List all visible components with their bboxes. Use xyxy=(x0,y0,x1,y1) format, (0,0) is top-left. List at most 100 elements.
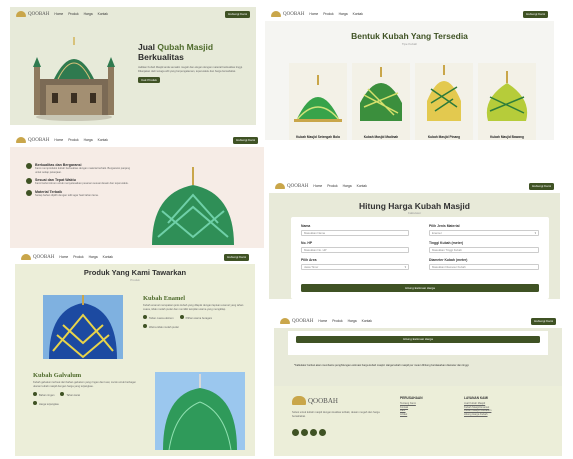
calc-bottom: Hitung Estimasi Harga xyxy=(288,331,548,355)
shapes-title: Bentuk Kubah Yang Tersedia xyxy=(351,31,468,41)
brand-logo[interactable]: QOOBAH xyxy=(16,11,49,17)
footer-col1-title: PERUSAHAAN xyxy=(400,396,423,400)
dome-setengah-bola-image xyxy=(294,75,342,122)
check-icon xyxy=(60,392,65,397)
nav-home-6[interactable]: Home xyxy=(318,319,327,323)
navbar-6: QOOBAH Home Produk Harga Kontak Hubungi … xyxy=(274,314,562,328)
hero-title-3: Berkualitas xyxy=(138,51,184,62)
nav-harga[interactable]: Harga xyxy=(84,12,93,16)
nav-kontak-3[interactable]: Kontak xyxy=(98,138,108,142)
enamel-tag-label: Tahan cuaca ekstrem xyxy=(149,317,174,321)
check-icon xyxy=(179,315,184,320)
contact-button-4[interactable]: Hubungi Kami xyxy=(529,182,554,190)
instagram-icon[interactable] xyxy=(292,429,299,437)
shape-label-2: Kubah Masjid Madinah xyxy=(363,135,399,139)
brand-name-2: QOOBAH xyxy=(283,11,305,17)
green-dome-image xyxy=(152,167,234,245)
nav-kontak-2[interactable]: Kontak xyxy=(353,12,363,16)
shapes-subtitle: Tipe Kubah xyxy=(401,42,418,46)
galvalum-tag-label: Harga terjangkau xyxy=(39,402,59,406)
nav-kontak[interactable]: Kontak xyxy=(98,12,108,16)
check-icon xyxy=(33,400,37,405)
nav-kontak-5[interactable]: Kontak xyxy=(103,255,113,259)
contact-button-5[interactable]: Hubungi Kami xyxy=(224,253,249,261)
footer-col-company: PERUSAHAAN Tentang Kami Kontak Karir Art… xyxy=(400,396,423,416)
nav-harga-4[interactable]: Harga xyxy=(343,184,352,188)
nav-harga-5[interactable]: Harga xyxy=(89,255,98,259)
dome-logo-icon-5 xyxy=(21,254,31,260)
shape-card-2[interactable]: Kubah Masjid Madinah xyxy=(352,63,410,140)
nav-produk-5[interactable]: Produk xyxy=(73,255,83,259)
hero-body: Jadikan Kubah Masjid anda semakin megah … xyxy=(138,66,243,73)
nav-produk-4[interactable]: Produk xyxy=(327,184,337,188)
calc-form: Nama Masukkan Nama No. HP Masukkan No. H… xyxy=(291,217,549,299)
shape-label-4: Kubah Masjid Bawang xyxy=(490,135,524,139)
dome-logo-icon-2 xyxy=(271,11,281,17)
feature-desc: Kami memproduksi kubah berkualitas denga… xyxy=(35,167,131,174)
contact-button-3[interactable]: Hubungi Kami xyxy=(233,136,258,144)
facebook-icon[interactable] xyxy=(319,429,326,437)
feature-list: Berkualitas dan Bergaransi Kami memproduk… xyxy=(26,163,136,201)
diameter-input[interactable]: Masukkan Diameter Kubah xyxy=(429,264,539,270)
nav-home[interactable]: Home xyxy=(54,12,63,16)
brand-logo-5[interactable]: QOOBAH xyxy=(21,254,54,260)
nav-home-5[interactable]: Home xyxy=(59,255,68,259)
brand-logo-6[interactable]: QOOBAH xyxy=(280,318,313,324)
nav-produk[interactable]: Produk xyxy=(68,12,78,16)
brand-logo-3[interactable]: QOOBAH xyxy=(16,137,49,143)
area-select[interactable]: Jawa Timur ▾ xyxy=(301,264,409,270)
nav-harga-6[interactable]: Harga xyxy=(348,319,357,323)
hero-title-2: Qubah Masjid xyxy=(157,42,214,52)
mail-icon[interactable] xyxy=(301,429,308,437)
dome-logo-icon-4 xyxy=(275,183,285,189)
footer-brand: QOOBAH xyxy=(308,396,338,405)
phone-input[interactable]: Masukkan No. HP xyxy=(301,247,409,253)
footer-link[interactable]: Hitung Harga Kubah xyxy=(464,413,491,417)
nav-produk-2[interactable]: Produk xyxy=(323,12,333,16)
name-label: Nama xyxy=(301,224,311,228)
enamel-title: Kubah Enamel xyxy=(143,295,186,302)
nav-home-3[interactable]: Home xyxy=(54,138,63,142)
site-footer: QOOBAH Solusi untuk kubah masjid dengan … xyxy=(274,386,562,456)
contact-button-2[interactable]: Hubungi Kami xyxy=(523,10,548,18)
enamel-dome-image xyxy=(43,295,123,359)
feature-item: Sesuai dan Tepat Waktu Kami berkomitmen u… xyxy=(26,178,136,186)
cek-produk-button[interactable]: Cek Produk xyxy=(138,77,160,84)
hero-text: Jual Qubah Masjid Berkualitas Jadikan Ku… xyxy=(138,42,248,84)
nav-harga-3[interactable]: Harga xyxy=(84,138,93,142)
contact-button-6[interactable]: Hubungi Kami xyxy=(531,317,556,325)
brand-logo-2[interactable]: QOOBAH xyxy=(271,11,304,17)
galvalum-tag: Harga terjangkau xyxy=(33,400,143,407)
shape-card-1[interactable]: Kubah Masjid Setengah Bola xyxy=(289,63,347,140)
name-input[interactable]: Masukkan Nama xyxy=(301,230,409,236)
nav-kontak-6[interactable]: Kontak xyxy=(362,319,372,323)
nav-home-4[interactable]: Home xyxy=(313,184,322,188)
shape-card-3[interactable]: Kubah Masjid Pinang xyxy=(415,63,473,140)
products-panel: QOOBAH Home Produk Harga Kontak Hubungi … xyxy=(15,250,255,456)
galvalum-info: Kubah Galvalum Kubah galvalum terbuat da… xyxy=(33,372,143,406)
material-select[interactable]: Enamel ▾ xyxy=(429,230,539,236)
enamel-tag-label: Warna tidak mudah pudar xyxy=(149,325,179,329)
brand-logo-4[interactable]: QOOBAH xyxy=(275,183,308,189)
youtube-icon[interactable] xyxy=(310,429,317,437)
brand-name-3: QOOBAH xyxy=(28,137,50,143)
nav-produk-3[interactable]: Produk xyxy=(68,138,78,142)
calculate-button-2[interactable]: Hitung Estimasi Harga xyxy=(296,336,540,343)
footer-link[interactable]: Artikel xyxy=(400,413,423,417)
enamel-tag-label: Pilihan warna beragam xyxy=(185,317,213,321)
calculator-note: *Kalkulator berikut akan membantu penghi… xyxy=(294,364,470,367)
diameter-label: Diameter Kubah (meter) xyxy=(429,258,468,262)
dome-logo-icon-6 xyxy=(280,318,290,324)
hero-panel: QOOBAH Home Produk Harga Kontak Hubungi … xyxy=(10,7,256,125)
nav-produk-6[interactable]: Produk xyxy=(332,319,342,323)
feature-item: Berkualitas dan Bergaransi Kami memproduk… xyxy=(26,163,136,174)
nav-kontak-4[interactable]: Kontak xyxy=(357,184,367,188)
contact-button[interactable]: Hubungi Kami xyxy=(225,10,250,18)
shape-card-4[interactable]: Kubah Masjid Bawang xyxy=(478,63,536,140)
calculate-button[interactable]: Hitung Estimasi Harga xyxy=(301,284,539,292)
nav-home-2[interactable]: Home xyxy=(309,12,318,16)
galvalum-desc: Kubah galvalum terbuat dari bahan galval… xyxy=(33,381,136,388)
nav-harga-2[interactable]: Harga xyxy=(339,12,348,16)
height-input[interactable]: Masukkan Tinggi Kubah xyxy=(429,247,539,253)
brand-name: QOOBAH xyxy=(28,11,50,17)
